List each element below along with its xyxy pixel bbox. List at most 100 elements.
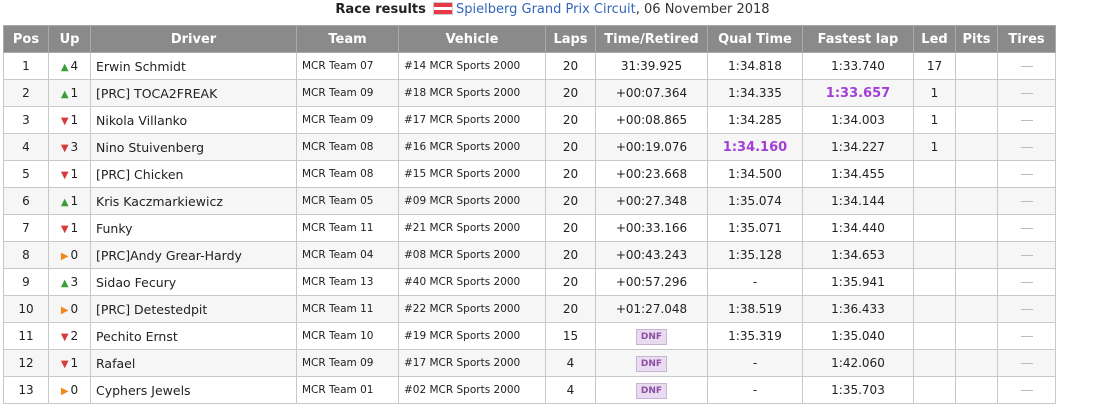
driver-cell: Cyphers Jewels xyxy=(90,376,297,404)
driver-cell: [PRC] TOCA2FREAK xyxy=(90,79,297,107)
laps-cell: 20 xyxy=(545,79,596,107)
qual-time-cell: 1:35.128 xyxy=(707,241,803,269)
track-link[interactable]: Spielberg Grand Prix Circuit xyxy=(456,2,636,17)
tire-dash-icon xyxy=(1020,309,1033,310)
position-change-value: 0 xyxy=(70,302,79,316)
time-cell: +01:27.048 xyxy=(595,295,708,323)
driver-cell: Rafael xyxy=(90,349,297,377)
tire-dash-icon xyxy=(1020,120,1033,121)
time-cell: +00:23.668 xyxy=(595,160,708,188)
tire-dash-icon xyxy=(1020,93,1033,94)
position-change-cell: ▲ 1 xyxy=(48,187,91,215)
position-change-value: 0 xyxy=(70,248,79,262)
pos-cell: 11 xyxy=(3,322,49,350)
pits-cell xyxy=(955,241,998,269)
laps-cell: 20 xyxy=(545,214,596,242)
arrow-up-icon: ▲ xyxy=(60,62,69,73)
tire-dash-icon xyxy=(1020,66,1033,67)
laps-cell: 4 xyxy=(545,349,596,377)
vehicle-cell: #14 MCR Sports 2000 xyxy=(398,52,546,80)
time-cell: DNF xyxy=(595,349,708,377)
dnf-badge: DNF xyxy=(635,382,668,399)
race-date: , 06 November 2018 xyxy=(635,2,770,17)
tires-cell xyxy=(997,79,1056,107)
tires-cell xyxy=(997,295,1056,323)
qual-time-cell: - xyxy=(707,376,803,404)
column-header-pits[interactable]: Pits xyxy=(955,25,998,53)
qual-time-cell: 1:34.285 xyxy=(707,106,803,134)
column-header-pos[interactable]: Pos xyxy=(3,25,49,53)
column-header-led[interactable]: Led xyxy=(913,25,956,53)
column-header-qual-time[interactable]: Qual Time xyxy=(707,25,803,53)
fastest-lap-cell: 1:42.060 xyxy=(802,349,914,377)
position-change-value: 1 xyxy=(70,167,79,181)
tires-cell xyxy=(997,133,1056,161)
vehicle-cell: #22 MCR Sports 2000 xyxy=(398,295,546,323)
column-header-up[interactable]: Up xyxy=(48,25,91,53)
tires-cell xyxy=(997,187,1056,215)
team-cell: MCR Team 11 xyxy=(296,214,399,242)
team-cell: MCR Team 07 xyxy=(296,52,399,80)
pos-cell: 13 xyxy=(3,376,49,404)
driver-cell: Pechito Ernst xyxy=(90,322,297,350)
table-row: 3 ▼ 1 Nikola Villanko MCR Team 09 #17 MCR Spo… xyxy=(3,106,1056,134)
led-cell xyxy=(913,160,956,188)
arrow-up-icon: ▲ xyxy=(60,278,69,289)
column-header-time-retired[interactable]: Time/Retired xyxy=(595,25,708,53)
arrow-up-icon: ▲ xyxy=(60,89,69,100)
pits-cell xyxy=(955,79,998,107)
caption-label: Race results xyxy=(335,2,426,17)
team-cell: MCR Team 09 xyxy=(296,349,399,377)
pits-cell xyxy=(955,160,998,188)
fastest-lap-cell: 1:36.433 xyxy=(802,295,914,323)
driver-cell: Nikola Villanko xyxy=(90,106,297,134)
driver-cell: Funky xyxy=(90,214,297,242)
vehicle-cell: #08 MCR Sports 2000 xyxy=(398,241,546,269)
fastest-lap-cell: 1:33.740 xyxy=(802,52,914,80)
pits-cell xyxy=(955,349,998,377)
position-change-cell: ▼ 1 xyxy=(48,214,91,242)
time-cell: DNF xyxy=(595,322,708,350)
austria-flag-icon xyxy=(433,2,454,15)
led-cell: 17 xyxy=(913,52,956,80)
pits-cell xyxy=(955,268,998,296)
team-cell: MCR Team 05 xyxy=(296,187,399,215)
laps-cell: 20 xyxy=(545,241,596,269)
column-header-tires[interactable]: Tires xyxy=(997,25,1056,53)
position-change-value: 1 xyxy=(70,356,79,370)
position-change-cell: ▲ 1 xyxy=(48,79,91,107)
vehicle-cell: #17 MCR Sports 2000 xyxy=(398,349,546,377)
laps-cell: 20 xyxy=(545,52,596,80)
position-change-value: 1 xyxy=(70,113,79,127)
column-header-laps[interactable]: Laps xyxy=(545,25,596,53)
tires-cell xyxy=(997,241,1056,269)
driver-cell: Sidao Fecury xyxy=(90,268,297,296)
vehicle-cell: #19 MCR Sports 2000 xyxy=(398,322,546,350)
column-header-vehicle[interactable]: Vehicle xyxy=(398,25,546,53)
column-header-fastest-lap[interactable]: Fastest lap xyxy=(802,25,914,53)
vehicle-cell: #18 MCR Sports 2000 xyxy=(398,79,546,107)
pos-cell: 12 xyxy=(3,349,49,377)
pos-cell: 8 xyxy=(3,241,49,269)
column-header-driver[interactable]: Driver xyxy=(90,25,297,53)
team-cell: MCR Team 09 xyxy=(296,79,399,107)
pits-cell xyxy=(955,214,998,242)
team-cell: MCR Team 10 xyxy=(296,322,399,350)
time-cell: 31:39.925 xyxy=(595,52,708,80)
results-caption: Race results Spielberg Grand Prix Circui… xyxy=(0,0,1105,21)
driver-cell: Kris Kaczmarkiewicz xyxy=(90,187,297,215)
laps-cell: 20 xyxy=(545,106,596,134)
laps-cell: 15 xyxy=(545,322,596,350)
vehicle-cell: #21 MCR Sports 2000 xyxy=(398,214,546,242)
arrow-right-icon: ▶ xyxy=(60,305,69,316)
table-row: 5 ▼ 1 [PRC] Chicken MCR Team 08 #15 MCR Sport… xyxy=(3,160,1056,188)
dnf-badge: DNF xyxy=(635,355,668,372)
tire-dash-icon xyxy=(1020,282,1033,283)
column-header-team[interactable]: Team xyxy=(296,25,399,53)
tires-cell xyxy=(997,349,1056,377)
position-change-cell: ▼ 3 xyxy=(48,133,91,161)
qual-time-cell: 1:38.519 xyxy=(707,295,803,323)
led-cell: 1 xyxy=(913,106,956,134)
tire-dash-icon xyxy=(1020,201,1033,202)
pos-cell: 6 xyxy=(3,187,49,215)
